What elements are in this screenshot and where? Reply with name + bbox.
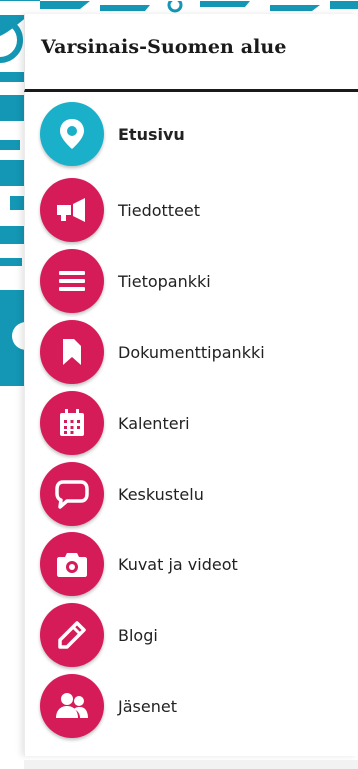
- megaphone-icon: [40, 178, 104, 242]
- bookmark-icon: [40, 320, 104, 384]
- nav-item-kalenteri[interactable]: Kalenteri: [40, 391, 350, 455]
- nav-item-etusivu[interactable]: Etusivu: [40, 102, 350, 166]
- members-icon: [40, 674, 104, 738]
- navigation-panel: Varsinais-Suomen alue Etusivu Tiedotteet…: [24, 14, 358, 756]
- top-pattern-strip: [0, 0, 358, 15]
- bottom-bar: [24, 760, 358, 769]
- list-icon: [40, 249, 104, 313]
- nav-label: Dokumenttipankki: [118, 342, 265, 362]
- nav-label: Keskustelu: [118, 484, 204, 504]
- speech-bubble-icon: [40, 462, 104, 526]
- nav-label: Blogi: [118, 625, 158, 645]
- nav-label: Etusivu: [118, 124, 185, 144]
- nav-item-dokumenttipankki[interactable]: Dokumenttipankki: [40, 320, 350, 384]
- nav-label: Kuvat ja videot: [118, 554, 238, 574]
- camera-icon: [40, 532, 104, 596]
- nav-item-tiedotteet[interactable]: Tiedotteet: [40, 178, 350, 242]
- panel-header: Varsinais-Suomen alue: [24, 14, 358, 92]
- nav-label: Kalenteri: [118, 413, 190, 433]
- panel-title: Varsinais-Suomen alue: [41, 36, 287, 58]
- nav-item-kuvat-ja-videot[interactable]: Kuvat ja videot: [40, 532, 350, 596]
- nav-label: Tiedotteet: [118, 200, 201, 220]
- nav-item-tietopankki[interactable]: Tietopankki: [40, 249, 350, 313]
- nav-item-blogi[interactable]: Blogi: [40, 603, 350, 667]
- pencil-icon: [40, 603, 104, 667]
- location-pin-icon: [40, 102, 104, 166]
- nav-label: Jäsenet: [118, 696, 177, 716]
- nav-label: Tietopankki: [118, 271, 211, 291]
- nav-item-jasenet[interactable]: Jäsenet: [40, 674, 350, 738]
- nav-item-keskustelu[interactable]: Keskustelu: [40, 462, 350, 526]
- calendar-icon: [40, 391, 104, 455]
